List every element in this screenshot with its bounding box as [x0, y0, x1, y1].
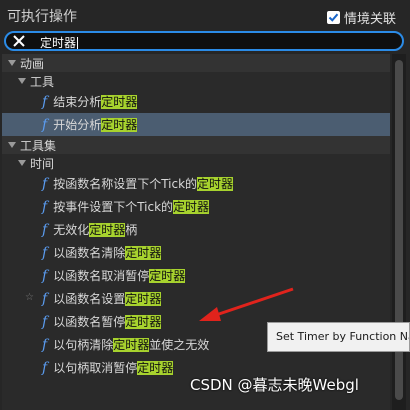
- annotation-arrow: [199, 287, 294, 321]
- function-label: 以句柄清除定时器並使之无效: [53, 336, 209, 353]
- search-match-highlight: 定时器: [89, 223, 126, 237]
- search-match-highlight: 定时器: [149, 269, 186, 283]
- context-label: 情境关联: [343, 12, 396, 27]
- tree-category[interactable]: 时间: [2, 154, 390, 172]
- tooltip-text: Set Timer by Function Na: [276, 330, 410, 343]
- expand-arrow-icon[interactable]: [8, 59, 16, 67]
- label-text: 以句柄清除: [53, 338, 114, 352]
- tree-category[interactable]: 工具集: [2, 136, 390, 154]
- context-sensitive-toggle[interactable]: 情境关联: [326, 8, 396, 27]
- function-label: 按事件设置下个Tick的定时器: [53, 198, 210, 215]
- search-match-highlight: 定时器: [125, 315, 162, 329]
- watermark: CSDN @暮志未晚Webgl: [190, 374, 359, 395]
- category-label: 工具集: [20, 138, 57, 153]
- action-tree[interactable]: 动画 工具 f 结束分析定时器 f 开始分析定时器 工具集 时间 f 按函数名称设置下个Tick的…: [2, 54, 390, 410]
- tree-item-function[interactable]: f 无效化定时器柄: [2, 218, 390, 241]
- watermark-text: CSDN @暮志未晚Webgl: [190, 376, 359, 394]
- label-text: 以函数名清除: [53, 246, 126, 260]
- search-match-highlight: 定时器: [101, 95, 138, 109]
- function-label: 开始分析定时器: [53, 116, 138, 133]
- tooltip: Set Timer by Function Na: [267, 322, 410, 352]
- tree-category[interactable]: 工具: [2, 72, 390, 90]
- favorite-star-icon[interactable]: ☆: [25, 292, 34, 303]
- function-icon: f: [42, 267, 48, 284]
- function-icon: f: [42, 221, 48, 238]
- search-match-highlight: 定时器: [197, 177, 234, 191]
- function-icon: f: [42, 244, 48, 261]
- search-match-highlight: 定时器: [125, 292, 162, 306]
- function-label: 以函数名暂停定时器: [53, 313, 162, 330]
- search-input[interactable]: 定时器: [40, 34, 79, 51]
- search-match-highlight: 定时器: [173, 200, 210, 214]
- tree-item-function[interactable]: f 以函数名取消暂停定时器: [2, 264, 390, 287]
- vertical-scrollbar[interactable]: [392, 54, 406, 410]
- function-label: 以句柄取消暂停定时器: [53, 359, 174, 376]
- label-text: 以函数名取消暂停: [53, 269, 150, 283]
- label-text: 按事件设置下个Tick的: [53, 200, 174, 214]
- function-icon: f: [42, 313, 48, 330]
- tree-item-function[interactable]: f 按函数名称设置下个Tick的定时器: [2, 172, 390, 195]
- checkmark-icon: [328, 13, 339, 22]
- tree-item-function[interactable]: f 开始分析定时器: [2, 113, 390, 136]
- function-label: 结束分析定时器: [53, 93, 138, 110]
- label-text: 柄: [125, 223, 138, 237]
- tree-item-function[interactable]: f 以函数名清除定时器: [2, 241, 390, 264]
- label-text: 无效化: [53, 223, 90, 237]
- label-text: 结束分析: [53, 95, 102, 109]
- text-caret: [77, 37, 79, 49]
- search-match-highlight: 定时器: [113, 338, 150, 352]
- function-label: 按函数名称设置下个Tick的定时器: [53, 175, 234, 192]
- label-text: 开始分析: [53, 118, 102, 132]
- expand-arrow-icon[interactable]: [18, 159, 26, 167]
- panel-title: 可执行操作: [7, 9, 77, 25]
- tree-category[interactable]: 动画: [2, 54, 390, 72]
- function-icon: f: [42, 198, 48, 215]
- expand-arrow-icon[interactable]: [8, 141, 16, 149]
- category-label: 工具: [30, 74, 55, 89]
- search-query: 定时器: [40, 36, 77, 50]
- category-label: 动画: [20, 56, 45, 71]
- search-match-highlight: 定时器: [125, 246, 162, 260]
- function-label: 以函数名设置定时器: [53, 290, 162, 307]
- function-label: 无效化定时器柄: [53, 221, 137, 238]
- tree-item-function[interactable]: f 按事件设置下个Tick的定时器: [2, 195, 390, 218]
- function-label: 以函数名取消暂停定时器: [53, 267, 186, 284]
- category-label: 时间: [30, 156, 55, 171]
- close-icon[interactable]: [12, 34, 26, 48]
- search-box[interactable]: 定时器: [4, 31, 404, 51]
- function-icon: f: [42, 116, 48, 133]
- tree-item-function[interactable]: f 结束分析定时器: [2, 90, 390, 113]
- function-icon: f: [42, 336, 48, 353]
- label-text: 以函数名设置: [53, 292, 126, 306]
- context-checkbox[interactable]: [326, 11, 340, 24]
- label-text: 並使之无效: [149, 338, 210, 352]
- function-label: 以函数名清除定时器: [53, 244, 162, 261]
- label-text: 以句柄取消暂停: [53, 361, 138, 375]
- function-icon: f: [42, 359, 48, 376]
- function-icon: f: [42, 175, 48, 192]
- search-match-highlight: 定时器: [137, 361, 174, 375]
- label-text: 按函数名称设置下个Tick的: [53, 177, 198, 191]
- label-text: 以函数名暂停: [53, 315, 126, 329]
- function-icon: f: [42, 93, 48, 110]
- search-match-highlight: 定时器: [101, 118, 138, 132]
- function-icon: f: [42, 290, 48, 307]
- expand-arrow-icon[interactable]: [18, 77, 26, 85]
- panel-header: 可执行操作 情境关联: [0, 0, 410, 32]
